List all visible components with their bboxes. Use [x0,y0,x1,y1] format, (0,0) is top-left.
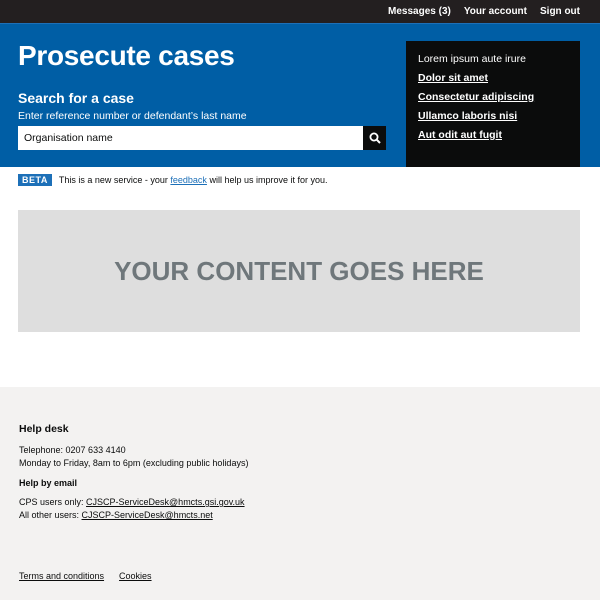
cookies-link[interactable]: Cookies [119,571,152,581]
feedback-link[interactable]: feedback [170,175,207,185]
search-form [18,126,386,150]
panel-link-dolor[interactable]: Dolor sit amet [418,72,580,84]
cps-email-link[interactable]: CJSCP-ServiceDesk@hmcts.gsi.gov.uk [86,497,245,507]
hero-banner: Prosecute cases Search for a case Enter … [0,24,600,167]
other-email-link[interactable]: CJSCP-ServiceDesk@hmcts.net [82,510,213,520]
beta-tag: BETA [18,174,52,186]
footer-links: Terms and conditions Cookies [19,571,152,581]
footer-other-line: All other users: CJSCP-ServiceDesk@hmcts… [19,510,600,520]
your-account-link[interactable]: Your account [464,6,527,17]
beta-text-after: will help us improve it for you. [209,175,328,185]
footer-heading: Help desk [19,423,69,435]
footer: Help desk Telephone: 0207 633 4140 Monda… [0,387,600,600]
footer-email-heading: Help by email [19,478,78,488]
content-placeholder-text: YOUR CONTENT GOES HERE [114,255,484,286]
footer-telephone: Telephone: 0207 633 4140 [19,445,126,455]
search-button[interactable] [363,126,386,150]
top-navigation: Messages (3) Your account Sign out [0,0,600,24]
search-icon [369,132,381,144]
panel-title: Lorem ipsum aute irure [418,53,526,65]
quick-links-panel: Lorem ipsum aute irure Dolor sit amet Co… [406,41,580,167]
panel-link-ullamco[interactable]: Ullamco laboris nisi [418,110,580,122]
search-heading: Search for a case [18,90,134,106]
panel-link-consectetur[interactable]: Consectetur adipiscing [418,91,580,103]
messages-link[interactable]: Messages (3) [388,6,451,17]
sign-out-link[interactable]: Sign out [540,6,580,17]
page-title: Prosecute cases [18,40,235,71]
content-placeholder: YOUR CONTENT GOES HERE [18,210,580,332]
search-hint: Enter reference number or defendant’s la… [18,110,247,122]
beta-text-before: This is a new service - your [58,175,168,185]
panel-link-aut-odit[interactable]: Aut odit aut fugit [418,129,580,141]
phase-banner: BETA This is a new service - your feedba… [18,174,328,186]
cps-label: CPS users only: [19,497,87,507]
footer-cps-line: CPS users only: CJSCP-ServiceDesk@hmcts.… [19,497,600,507]
other-label: All other users: [19,510,82,520]
search-input[interactable] [18,126,363,150]
terms-link[interactable]: Terms and conditions [19,571,104,581]
footer-hours: Monday to Friday, 8am to 6pm (excluding … [19,458,249,468]
